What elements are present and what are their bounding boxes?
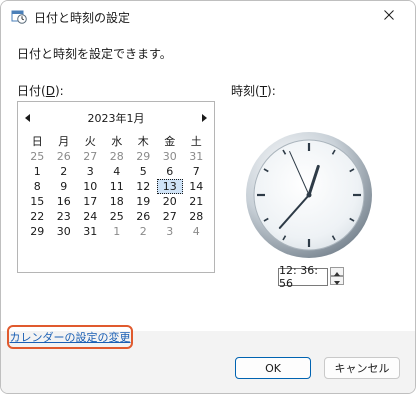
calendar-settings-link[interactable]: カレンダーの設定の変更 — [10, 329, 131, 345]
calendar-day[interactable]: 21 — [183, 194, 210, 209]
window-title: 日付と時刻の設定 — [34, 11, 131, 25]
calendar-day[interactable]: 26 — [130, 209, 157, 224]
calendar-day[interactable]: 29 — [24, 224, 51, 239]
calendar-month-title[interactable]: 2023年1月 — [18, 110, 214, 126]
calendar-day[interactable]: 19 — [130, 194, 157, 209]
calendar-day-selected[interactable]: 13 — [156, 179, 183, 194]
title-bar: 日付と時刻の設定 — [1, 1, 415, 31]
time-label: 時刻(T): — [231, 82, 276, 99]
calendar-day[interactable]: 15 — [24, 194, 51, 209]
calendar-day[interactable]: 12 — [130, 179, 157, 194]
weekday-header: 土 — [190, 135, 202, 148]
calendar-day[interactable]: 3 — [77, 164, 104, 179]
calendar-day[interactable]: 9 — [51, 179, 78, 194]
calendar-day[interactable]: 26 — [51, 149, 78, 164]
description-text: 日付と時刻を設定できます。 — [17, 47, 172, 61]
calendar-day[interactable]: 1 — [104, 224, 131, 239]
date-time-dialog: 日付と時刻の設定 日付と時刻を設定できます。 日付(D): 時刻(T): 202… — [0, 0, 416, 394]
month-calendar[interactable]: 2023年1月 日月火水木金土 25 26 27 28 29 30 31 1 2 3 4 5 6 7 8 9 10… — [17, 101, 215, 273]
calendar-day[interactable]: 29 — [130, 149, 157, 164]
time-label-accel: T — [259, 84, 268, 98]
dialog-footer: カレンダーの設定の変更 OK キャンセル — [1, 325, 415, 393]
calendar-day[interactable]: 23 — [51, 209, 78, 224]
calendar-day[interactable]: 17 — [77, 194, 104, 209]
calendar-day[interactable]: 27 — [157, 209, 184, 224]
weekday-header: 木 — [137, 135, 149, 148]
content-area: 日付と時刻を設定できます。 日付(D): 時刻(T): 2023年1月 日 月 火 水… — [1, 31, 415, 331]
calendar-day[interactable]: 3 — [157, 224, 184, 239]
clock-center — [306, 192, 312, 198]
weekday-header: 月 — [58, 135, 70, 148]
date-time-settings-icon — [11, 8, 27, 24]
time-down-button[interactable] — [330, 276, 344, 285]
calendar-grid: 日月火水木金土 25 26 27 28 29 30 31 1 2 3 4 5 6 7 8 9 10 11 12 13 14… — [24, 134, 210, 239]
calendar-day[interactable]: 30 — [157, 149, 184, 164]
calendar-day[interactable]: 14 — [183, 179, 210, 194]
arrow-down-icon — [334, 274, 340, 288]
ok-button[interactable]: OK — [235, 357, 311, 379]
weekday-header: 日 — [31, 135, 43, 148]
calendar-settings-link-highlight: カレンダーの設定の変更 — [7, 325, 133, 349]
weekday-header: 水 — [111, 135, 123, 148]
time-label-suffix: ): — [267, 84, 276, 98]
calendar-day[interactable]: 4 — [183, 224, 210, 239]
analog-clock — [246, 132, 372, 258]
calendar-day[interactable]: 25 — [104, 209, 131, 224]
calendar-day[interactable]: 2 — [51, 164, 78, 179]
date-label-accel: D — [45, 84, 55, 98]
calendar-day[interactable]: 16 — [51, 194, 78, 209]
weekday-header: 金 — [164, 135, 176, 148]
calendar-day[interactable]: 4 — [104, 164, 131, 179]
calendar-day[interactable]: 18 — [104, 194, 131, 209]
calendar-day[interactable]: 6 — [157, 164, 184, 179]
time-spinner — [330, 267, 344, 285]
calendar-day[interactable]: 24 — [77, 209, 104, 224]
calendar-day[interactable]: 25 — [24, 149, 51, 164]
calendar-day[interactable]: 22 — [24, 209, 51, 224]
calendar-day[interactable]: 31 — [77, 224, 104, 239]
weekday-header: 火 — [84, 135, 96, 148]
calendar-day[interactable]: 28 — [183, 209, 210, 224]
date-label: 日付(D): — [17, 82, 64, 99]
calendar-day[interactable]: 28 — [104, 149, 131, 164]
calendar-day[interactable]: 7 — [183, 164, 210, 179]
calendar-day[interactable]: 5 — [130, 164, 157, 179]
date-label-text: 日付( — [17, 84, 46, 98]
calendar-day[interactable]: 8 — [24, 179, 51, 194]
calendar-day[interactable]: 27 — [77, 149, 104, 164]
calendar-header: 2023年1月 — [18, 110, 214, 126]
calendar-day[interactable]: 31 — [183, 149, 210, 164]
cancel-button[interactable]: キャンセル — [324, 357, 400, 379]
calendar-day[interactable]: 11 — [104, 179, 131, 194]
close-button[interactable] — [369, 1, 409, 31]
close-icon — [384, 9, 394, 23]
calendar-day[interactable]: 10 — [77, 179, 104, 194]
calendar-day[interactable]: 2 — [130, 224, 157, 239]
calendar-day[interactable]: 30 — [51, 224, 78, 239]
calendar-day[interactable]: 1 — [24, 164, 51, 179]
calendar-day[interactable]: 20 — [157, 194, 184, 209]
next-month-button[interactable] — [198, 112, 210, 124]
chevron-right-icon — [201, 111, 207, 125]
time-input[interactable]: 12: 36: 56 — [278, 264, 328, 290]
time-label-text: 時刻( — [231, 84, 260, 98]
date-label-suffix: ): — [54, 84, 64, 98]
